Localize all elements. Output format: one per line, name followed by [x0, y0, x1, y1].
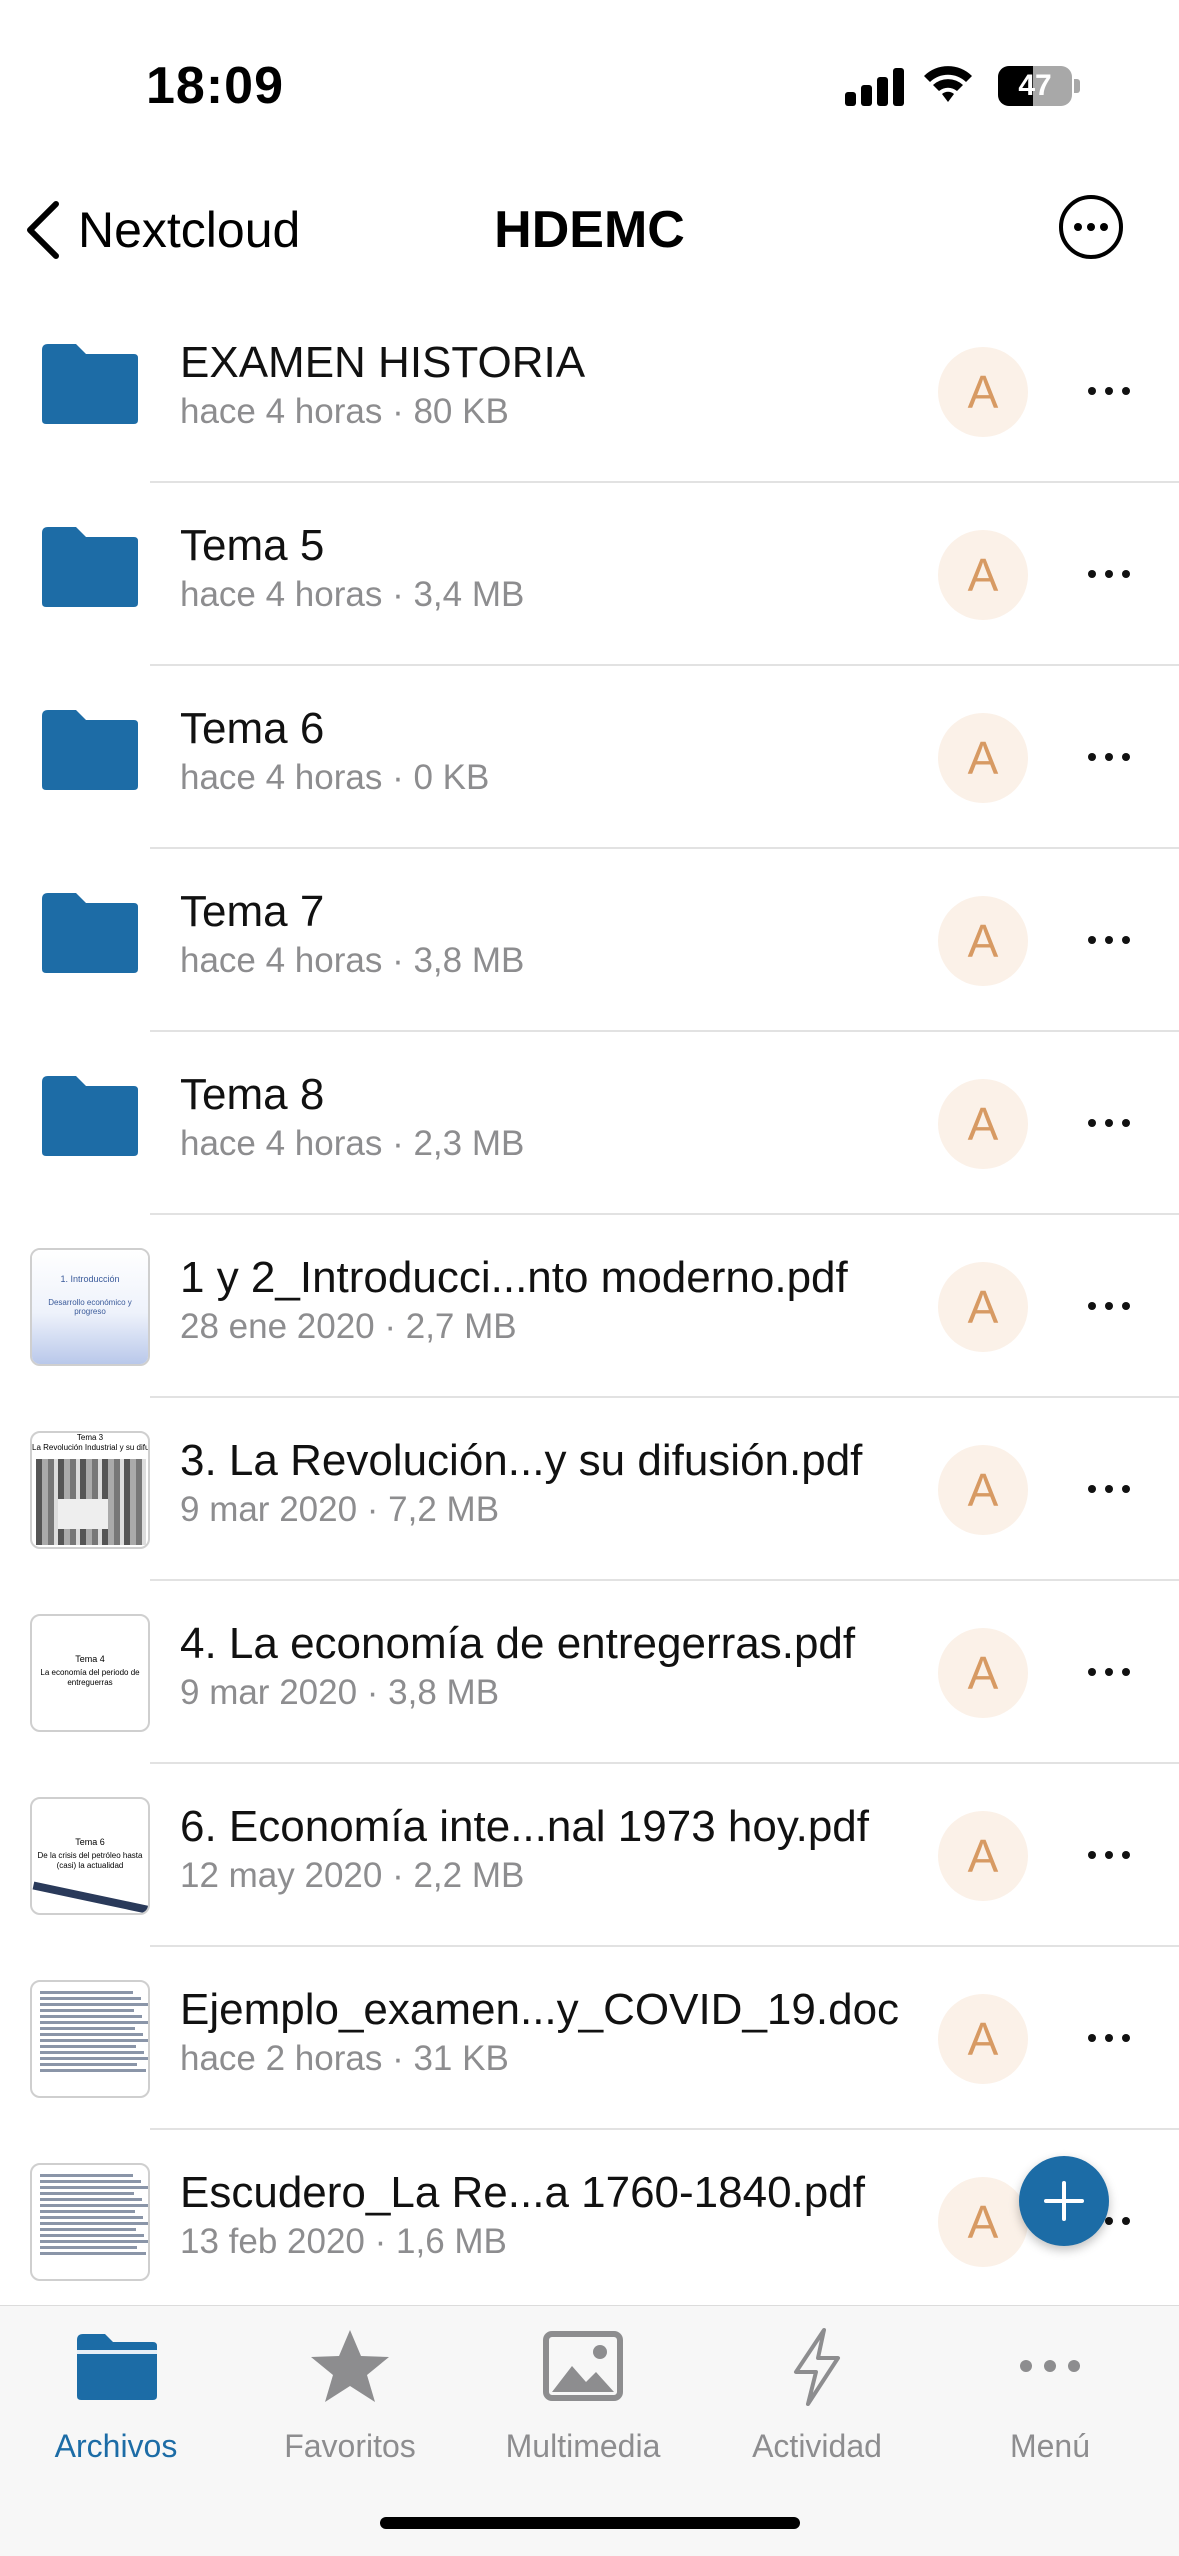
more-icon — [1020, 2360, 1080, 2372]
row-more-button[interactable] — [1088, 742, 1148, 772]
file-thumbnail: Tema 6 De la crisis del petróleo hasta (c… — [30, 1797, 150, 1915]
item-name: EXAMEN HISTORIA — [180, 338, 586, 387]
more-options-button[interactable] — [1058, 194, 1124, 260]
bolt-icon — [794, 2328, 840, 2406]
item-name: 4. La economía de entregerras.pdf — [180, 1619, 856, 1668]
row-more-button[interactable] — [1088, 925, 1148, 955]
battery-icon: 47 — [998, 66, 1080, 106]
file-thumbnail — [30, 2163, 150, 2281]
folder-row[interactable]: Tema 7 hace 4 horas · 3,8 MB A — [0, 849, 1179, 1032]
folder-row[interactable]: EXAMEN HISTORIA hace 4 horas · 80 KB A — [0, 300, 1179, 483]
folder-row[interactable]: Tema 5 hace 4 horas · 3,4 MB A — [0, 483, 1179, 666]
share-avatar[interactable]: A — [938, 1811, 1028, 1901]
item-meta: hace 4 horas · 80 KB — [180, 392, 509, 431]
file-thumbnail: Tema 3 La Revolución Industrial y su difu… — [30, 1431, 150, 1549]
share-avatar[interactable]: A — [938, 713, 1028, 803]
home-indicator — [380, 2517, 800, 2529]
share-avatar[interactable]: A — [938, 2177, 1028, 2267]
photo-icon — [543, 2331, 623, 2401]
tab-men[interactable]: Menú — [940, 2326, 1160, 2465]
row-more-button[interactable] — [1088, 1657, 1148, 1687]
file-row[interactable]: Ejemplo_examen...y_COVID_19.dochace 2 ho… — [0, 1947, 1179, 2130]
back-button[interactable]: Nextcloud — [20, 192, 300, 268]
share-avatar[interactable]: A — [938, 1994, 1028, 2084]
file-row[interactable]: Escudero_La Re...a 1760-1840.pdf 13 feb 2… — [0, 2130, 1179, 2313]
row-more-button[interactable] — [1088, 1840, 1148, 1870]
tab-favoritos[interactable]: Favoritos — [240, 2326, 460, 2465]
status-bar: 18:09 47 — [0, 0, 1179, 150]
tab-label: Favoritos — [284, 2428, 416, 2464]
row-more-button[interactable] — [1088, 1108, 1148, 1138]
item-name: Tema 8 — [180, 1070, 325, 1119]
file-row[interactable]: Tema 3 La Revolución Industrial y su difu… — [0, 1398, 1179, 1581]
share-avatar[interactable]: A — [938, 1079, 1028, 1169]
share-avatar[interactable]: A — [938, 1628, 1028, 1718]
item-meta: hace 4 horas · 0 KB — [180, 758, 490, 797]
file-row[interactable]: 1. Introducción Desarrollo económico y pr… — [0, 1215, 1179, 1398]
chevron-left-icon — [27, 201, 59, 259]
tab-label: Multimedia — [505, 2428, 661, 2464]
item-name: 6. Economía inte...nal 1973 hoy.pdf — [180, 1802, 869, 1851]
row-more-button[interactable] — [1088, 2023, 1148, 2053]
item-meta: hace 4 horas · 3,8 MB — [180, 941, 525, 980]
item-name: Tema 5 — [180, 521, 325, 570]
share-avatar[interactable]: A — [938, 896, 1028, 986]
tab-multimedia[interactable]: Multimedia — [473, 2326, 693, 2465]
item-meta: 13 feb 2020 · 1,6 MB — [180, 2222, 507, 2261]
folder-row[interactable]: Tema 6 hace 4 horas · 0 KB A — [0, 666, 1179, 849]
item-meta: hace 2 horas · 31 KB — [180, 2039, 509, 2078]
folder-icon — [42, 893, 138, 973]
tab-label: Menú — [1009, 2428, 1091, 2464]
file-thumbnail: 1. Introducción Desarrollo económico y pr… — [30, 1248, 150, 1366]
navigation-bar: HDEMC Nextcloud — [0, 170, 1179, 290]
folder-icon — [42, 527, 138, 607]
file-list: EXAMEN HISTORIA hace 4 horas · 80 KB A Tema… — [0, 300, 1179, 2313]
item-meta: 28 ene 2020 · 2,7 MB — [180, 1307, 517, 1346]
item-name: 1 y 2_Introducci...nto moderno.pdf — [180, 1253, 848, 1302]
folder-icon — [77, 2334, 157, 2400]
tab-archivos[interactable]: Archivos — [6, 2326, 226, 2465]
file-row[interactable]: Tema 4 La economía del periodo de entregu… — [0, 1581, 1179, 1764]
item-name: Tema 6 — [180, 704, 325, 753]
folder-icon — [42, 710, 138, 790]
item-name: Ejemplo_examen...y_COVID_19.doc — [180, 1985, 900, 2034]
share-avatar[interactable]: A — [938, 530, 1028, 620]
share-avatar[interactable]: A — [938, 1445, 1028, 1535]
row-more-button[interactable] — [1088, 1291, 1148, 1321]
item-name: 3. La Revolución...y su difusión.pdf — [180, 1436, 863, 1485]
row-more-button[interactable] — [1088, 559, 1148, 589]
tab-label: Actividad — [752, 2428, 882, 2464]
folder-icon — [42, 1076, 138, 1156]
add-button[interactable] — [1019, 2156, 1109, 2246]
folder-row[interactable]: Tema 8 hace 4 horas · 2,3 MB A — [0, 1032, 1179, 1215]
item-name: Tema 7 — [180, 887, 325, 936]
file-thumbnail: Tema 4 La economía del periodo de entregu… — [30, 1614, 150, 1732]
share-avatar[interactable]: A — [938, 1262, 1028, 1352]
share-avatar[interactable]: A — [938, 347, 1028, 437]
screen: 18:09 47 HDEMC Nextcloud EXAMEN HISTORIA… — [0, 0, 1179, 2556]
status-time: 18:09 — [146, 57, 284, 115]
file-row[interactable]: Tema 6 De la crisis del petróleo hasta (c… — [0, 1764, 1179, 1947]
star-icon — [311, 2330, 389, 2402]
tab-actividad[interactable]: Actividad — [707, 2326, 927, 2465]
item-meta: hace 4 horas · 2,3 MB — [180, 1124, 525, 1163]
row-more-button[interactable] — [1088, 376, 1148, 406]
back-label: Nextcloud — [78, 202, 301, 258]
item-meta: 9 mar 2020 · 7,2 MB — [180, 1490, 500, 1529]
item-meta: hace 4 horas · 3,4 MB — [180, 575, 525, 614]
item-name: Escudero_La Re...a 1760-1840.pdf — [180, 2168, 865, 2217]
tab-label: Archivos — [54, 2428, 178, 2464]
item-meta: 9 mar 2020 · 3,8 MB — [180, 1673, 500, 1712]
file-thumbnail — [30, 1980, 150, 2098]
item-meta: 12 may 2020 · 2,2 MB — [180, 1856, 525, 1895]
folder-icon — [42, 344, 138, 424]
cellular-signal-icon — [845, 66, 905, 106]
row-more-button[interactable] — [1088, 1474, 1148, 1504]
battery-level: 47 — [1018, 69, 1052, 102]
wifi-icon — [924, 66, 972, 102]
